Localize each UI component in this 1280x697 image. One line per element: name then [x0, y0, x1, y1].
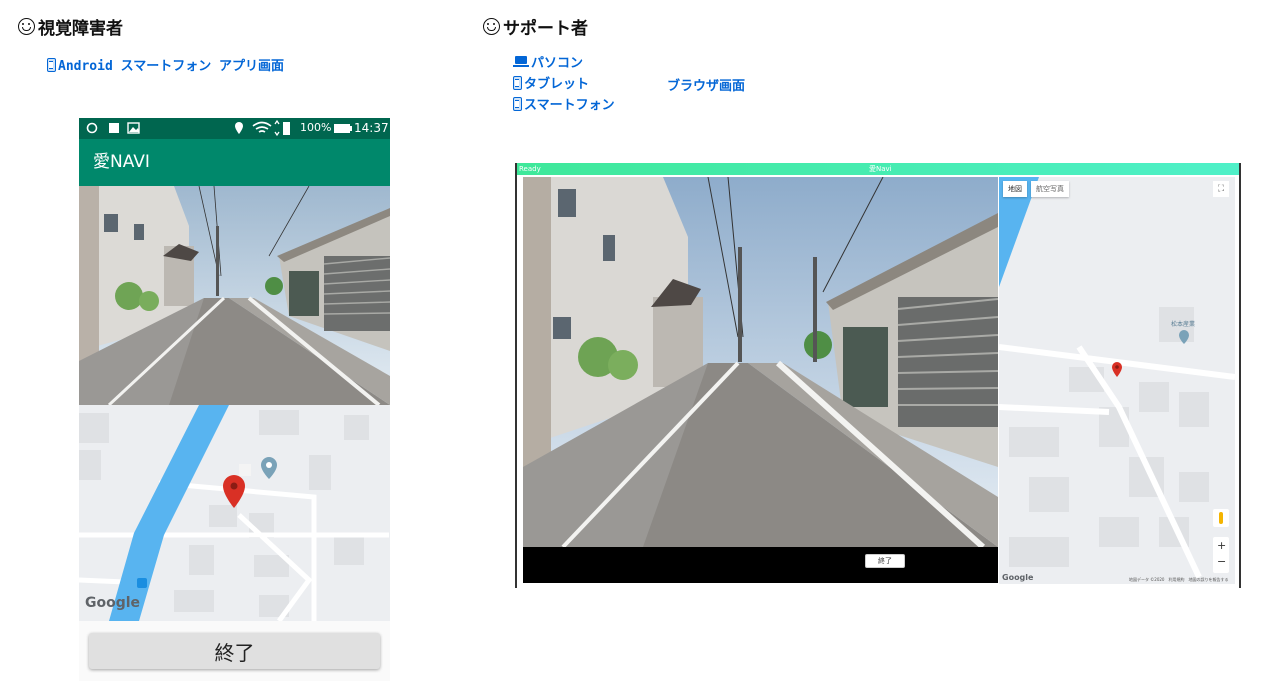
status-icons [86, 119, 352, 137]
android-app-link[interactable]: Android スマートフォン アプリ画面 [47, 55, 284, 74]
supporter-heading-text: サポート者 [503, 19, 588, 39]
fullscreen-icon[interactable]: ⛶ [1213, 181, 1229, 197]
smiling-face-icon [18, 18, 35, 35]
tablet-link[interactable]: タブレット [513, 73, 589, 92]
mobile-phone-icon [47, 57, 56, 72]
battery-percentage: 100% [300, 121, 332, 134]
map-tab-satellite[interactable]: 航空写真 [1031, 181, 1069, 197]
control-bar: 終了 [523, 547, 998, 583]
pc-link[interactable]: パソコン [513, 52, 583, 71]
winking-face-icon [483, 18, 500, 35]
place-label: 松本産業 [1171, 321, 1196, 328]
browser-screen: Ready 愛Navi 終了 地図 航空写真 ⛶ 松本産業 + − Google… [515, 163, 1241, 588]
android-app-link-text: Android スマートフォン アプリ画面 [58, 59, 285, 74]
browser-screen-link[interactable]: ブラウザ画面 [667, 75, 745, 94]
pc-link-text: パソコン [531, 56, 584, 71]
tablet-link-text: タブレット [524, 77, 590, 92]
end-button[interactable]: 終了 [89, 633, 380, 669]
map-footer: 地図データ ©2020 利用規約 地図の誤りを報告する [1129, 577, 1229, 582]
visually-impaired-heading: 視覚障害者 [18, 14, 123, 39]
browser-screen-link-text: ブラウザ画面 [667, 79, 746, 94]
zoom-out-button[interactable]: − [1217, 555, 1226, 568]
map-tab-map[interactable]: 地図 [1003, 181, 1027, 197]
google-logo: Google [85, 595, 141, 611]
app-title-bar: 愛NAVI [79, 139, 390, 186]
browser-street-view-image [523, 177, 998, 547]
smartphone-link-text: スマートフォン [524, 98, 615, 113]
browser-end-button[interactable]: 終了 [865, 554, 905, 568]
ready-status-bar: Ready 愛Navi [517, 163, 1239, 175]
street-view-panorama[interactable] [79, 186, 390, 405]
browser-street-view[interactable] [523, 177, 998, 547]
smartphone-icon [513, 96, 522, 111]
smartphone-link[interactable]: スマートフォン [513, 94, 615, 113]
browser-window-title: 愛Navi [869, 165, 892, 173]
android-phone-screen: 100% 14:37 愛NAVI Google 終了 [79, 118, 390, 681]
zoom-in-button[interactable]: + [1217, 539, 1226, 552]
laptop-icon [513, 55, 529, 68]
visually-impaired-heading-text: 視覚障害者 [38, 19, 123, 39]
browser-map-canvas [999, 177, 1235, 584]
tablet-icon [513, 75, 522, 90]
browser-google-logo: Google [1002, 573, 1034, 582]
ready-status-text: Ready [519, 165, 541, 173]
phone-map-canvas [79, 405, 390, 621]
browser-map[interactable]: 地図 航空写真 ⛶ 松本産業 + − Google 地図データ ©2020 利用… [999, 177, 1235, 584]
supporter-heading: サポート者 [483, 14, 588, 39]
android-status-bar: 100% 14:37 [79, 118, 390, 139]
phone-map[interactable]: Google [79, 405, 390, 621]
street-view-image [79, 186, 390, 405]
app-title: 愛NAVI [93, 152, 150, 172]
clock-time: 14:37 [354, 121, 389, 135]
